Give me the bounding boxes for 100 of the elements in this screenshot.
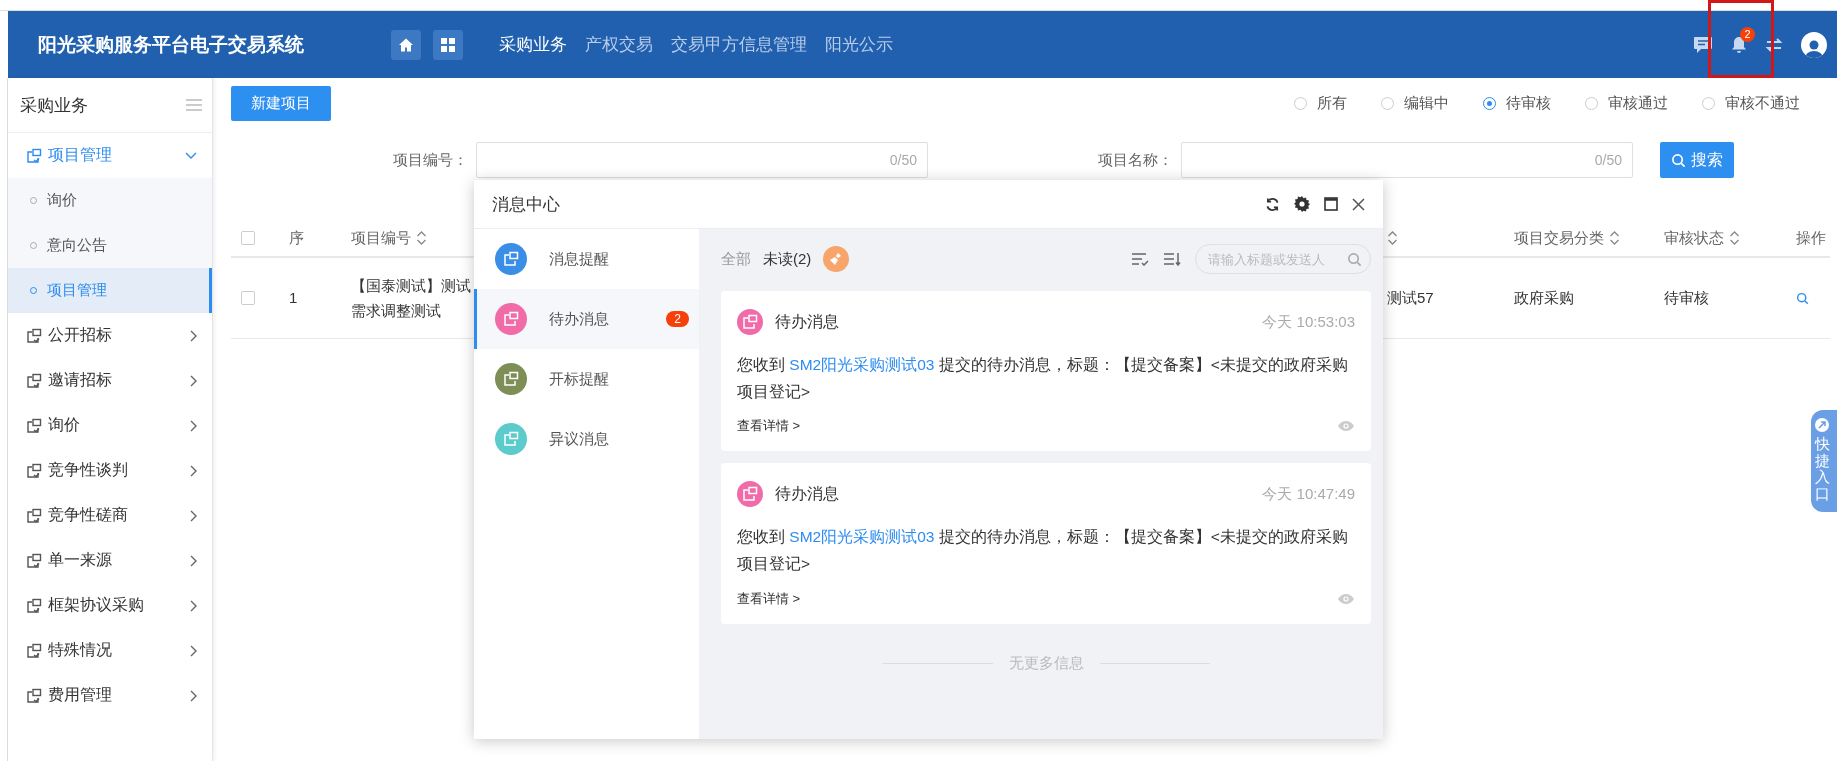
table-cell-text: 需求调整测试 (351, 301, 441, 321)
sender-link[interactable]: SM2阳光采购测试03 (789, 528, 935, 546)
swap-icon[interactable] (1765, 35, 1783, 54)
status-radio[interactable]: 审核不通过 (1702, 94, 1800, 113)
search-icon (1796, 291, 1809, 305)
sort-list-icon[interactable] (1163, 252, 1181, 266)
filter-tab[interactable]: 未读(2) (763, 249, 812, 269)
refresh-icon[interactable] (1265, 196, 1280, 212)
message-text: 您收到 SM2阳光采购测试03 提交的待办消息，标题：【提交备案】<未提交的政府采购项目登记> (737, 527, 1349, 575)
close-icon[interactable] (1352, 197, 1365, 211)
category-item[interactable]: 开标提醒 (474, 349, 699, 409)
message-type: 待办消息 (775, 311, 839, 332)
nav-tab[interactable]: 产权交易 (585, 33, 653, 56)
chevron-icon (189, 598, 198, 613)
grid-icon (441, 37, 455, 52)
arrow-icon (1815, 418, 1829, 432)
window-icon (26, 417, 42, 434)
category-item[interactable]: 待办消息 2 (474, 289, 699, 349)
nav-tab[interactable]: 阳光公示 (825, 33, 893, 56)
menu-item[interactable]: 费用管理 (8, 673, 212, 718)
chevron-icon (189, 463, 198, 478)
window-icon (26, 552, 42, 569)
view-button[interactable] (1796, 291, 1809, 305)
window-icon (26, 462, 42, 479)
menu-item[interactable]: 邀请招标 (8, 358, 212, 403)
chevron-icon (189, 553, 198, 568)
avatar-icon[interactable] (1801, 31, 1827, 58)
submenu-item[interactable]: 意向公告 (8, 223, 212, 268)
menu-item[interactable]: 询价 (8, 403, 212, 448)
char-counter: 0/50 (889, 152, 917, 168)
chevron-icon (189, 373, 198, 388)
sort-icon[interactable] (1609, 230, 1620, 246)
chevron-icon (189, 328, 198, 343)
checkbox[interactable] (241, 231, 255, 245)
menu-item[interactable]: 项目管理 (8, 133, 212, 178)
notification-badge: 2 (1740, 26, 1755, 42)
menu-item[interactable]: 公开招标 (8, 313, 212, 358)
window-icon (26, 147, 42, 164)
status-radio[interactable]: 所有 (1294, 94, 1347, 113)
menu-item[interactable]: 竞争性磋商 (8, 493, 212, 538)
menu-item[interactable]: 特殊情况 (8, 628, 212, 673)
broom-icon[interactable] (823, 246, 850, 272)
chat-icon[interactable] (1693, 35, 1713, 54)
count-badge: 2 (666, 311, 689, 327)
settings-icon[interactable] (1294, 196, 1310, 212)
table-cell-text: 测试57 (1387, 288, 1434, 309)
column-header: 项目编号 (351, 228, 411, 248)
message-time: 今天 10:47:49 (1262, 484, 1355, 504)
sender-link[interactable]: SM2阳光采购测试03 (789, 356, 935, 373)
column-header: 序 (289, 228, 304, 248)
message-time: 今天 10:53:03 (1262, 312, 1355, 332)
field-label: 项目名称： (1097, 150, 1174, 170)
status-radio[interactable]: 审核通过 (1585, 94, 1668, 113)
submenu-item[interactable]: 询价 (8, 178, 212, 223)
chevron-icon (189, 508, 198, 523)
table-cell-text: 【国泰测试】测试 (351, 275, 471, 296)
table-cell-text: 政府采购 (1514, 288, 1574, 309)
chevron-icon (189, 418, 198, 433)
menu-item[interactable]: 单一来源 (8, 538, 212, 583)
sort-icon[interactable] (416, 230, 427, 246)
menu-item[interactable]: 竞争性谈判 (8, 448, 212, 493)
window-icon (26, 597, 42, 614)
chevron-icon (189, 688, 198, 703)
category-item[interactable]: 异议消息 (474, 409, 699, 469)
status-radio[interactable]: 编辑中 (1381, 94, 1449, 113)
table-cell-text: 待审核 (1664, 288, 1709, 309)
nav-tab[interactable]: 采购业务 (499, 33, 567, 56)
char-counter: 0/50 (1594, 152, 1622, 168)
chevron-icon (189, 643, 198, 658)
sort-icon[interactable] (1387, 230, 1398, 246)
sidebar-title: 采购业务 (20, 94, 88, 117)
home-icon (398, 36, 414, 53)
maximize-icon[interactable] (1324, 197, 1338, 211)
home-button[interactable] (391, 29, 421, 60)
apps-button[interactable] (433, 29, 463, 60)
details-link[interactable]: 查看详情 > (737, 417, 801, 436)
search-icon (1347, 251, 1362, 267)
window-icon (26, 327, 42, 344)
menu-item[interactable]: 框架协议采购 (8, 583, 212, 628)
bell-icon[interactable] (1731, 35, 1747, 54)
details-link[interactable]: 查看详情 > (737, 589, 801, 608)
window-icon (26, 507, 42, 524)
nav-tab[interactable]: 交易甲方信息管理 (671, 33, 807, 56)
column-header: 项目交易分类 (1514, 228, 1604, 248)
column-header: 操作 (1796, 228, 1826, 248)
window-icon (26, 372, 42, 389)
field-label: 项目编号： (392, 150, 469, 170)
search-icon (1671, 152, 1686, 168)
message-text: 您收到 SM2阳光采购测试03 提交的待办消息，标题：【提交备案】<未提交的政府采购项目登记> (737, 355, 1349, 403)
table-cell-text: 1 (289, 288, 298, 309)
sort-icon[interactable] (1729, 230, 1740, 246)
chevron-icon (184, 151, 198, 160)
category-item[interactable]: 消息提醒 (474, 229, 699, 289)
dialog-title: 消息中心 (492, 193, 560, 216)
message-type: 待办消息 (775, 483, 839, 504)
status-radio[interactable]: 待审核 (1483, 94, 1551, 113)
checkbox[interactable] (241, 291, 255, 305)
list-check-icon[interactable] (1131, 252, 1149, 266)
window-icon (26, 687, 42, 704)
app-title: 阳光采购服务平台电子交易系统 (38, 32, 305, 57)
